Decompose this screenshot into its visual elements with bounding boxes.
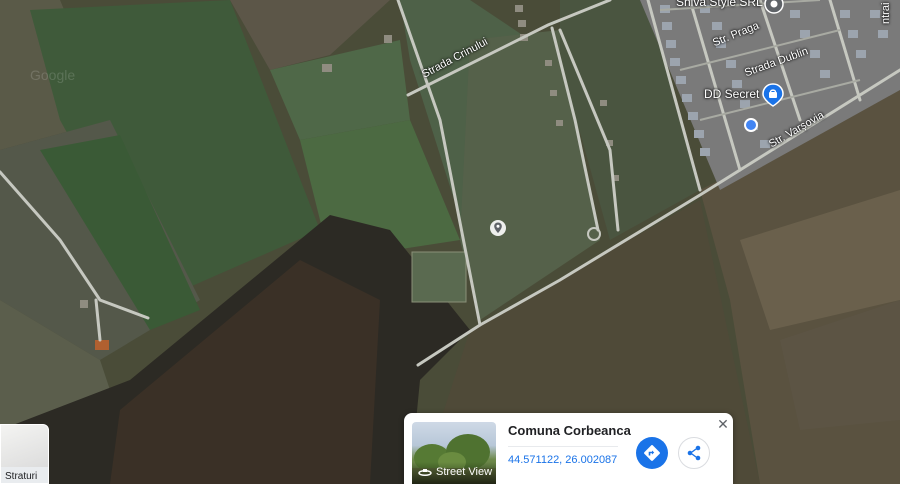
map-watermark: Google: [30, 67, 75, 83]
place-info-card: Street View Comuna Corbeanca 44.571122, …: [404, 413, 733, 484]
location-dot[interactable]: [744, 118, 758, 137]
close-icon: ✕: [717, 416, 729, 432]
shopping-pin-icon: [762, 83, 784, 107]
coordinates-link[interactable]: 44.571122, 26.002087: [508, 454, 617, 466]
street-view-label: Street View: [436, 466, 493, 478]
close-button[interactable]: ✕: [716, 417, 730, 431]
directions-icon: [644, 445, 660, 461]
street-view-icon: [418, 469, 432, 476]
dropped-pin[interactable]: [489, 219, 507, 242]
directions-button[interactable]: [636, 437, 668, 469]
poi-label-shiva[interactable]: Shiva Style SRL: [676, 0, 763, 9]
share-button[interactable]: [678, 437, 710, 469]
poi-pin-dd-secret[interactable]: [762, 83, 784, 112]
location-pin-icon: [490, 220, 506, 236]
map-pin-icon: [764, 0, 784, 14]
street-view-thumbnail[interactable]: Street View: [412, 422, 496, 484]
poi-label-dd-secret[interactable]: DD Secret: [704, 87, 759, 101]
street-label-partial: ntrai: [880, 2, 892, 24]
poi-pin-shiva[interactable]: [764, 0, 784, 19]
layers-button[interactable]: Straturi: [0, 424, 49, 484]
layers-thumbnail: [1, 425, 48, 467]
blue-dot-icon: [744, 118, 758, 132]
place-title: Comuna Corbeanca: [508, 423, 631, 438]
card-divider: [508, 446, 618, 447]
share-icon: [687, 445, 701, 461]
layers-label: Straturi: [5, 471, 38, 482]
